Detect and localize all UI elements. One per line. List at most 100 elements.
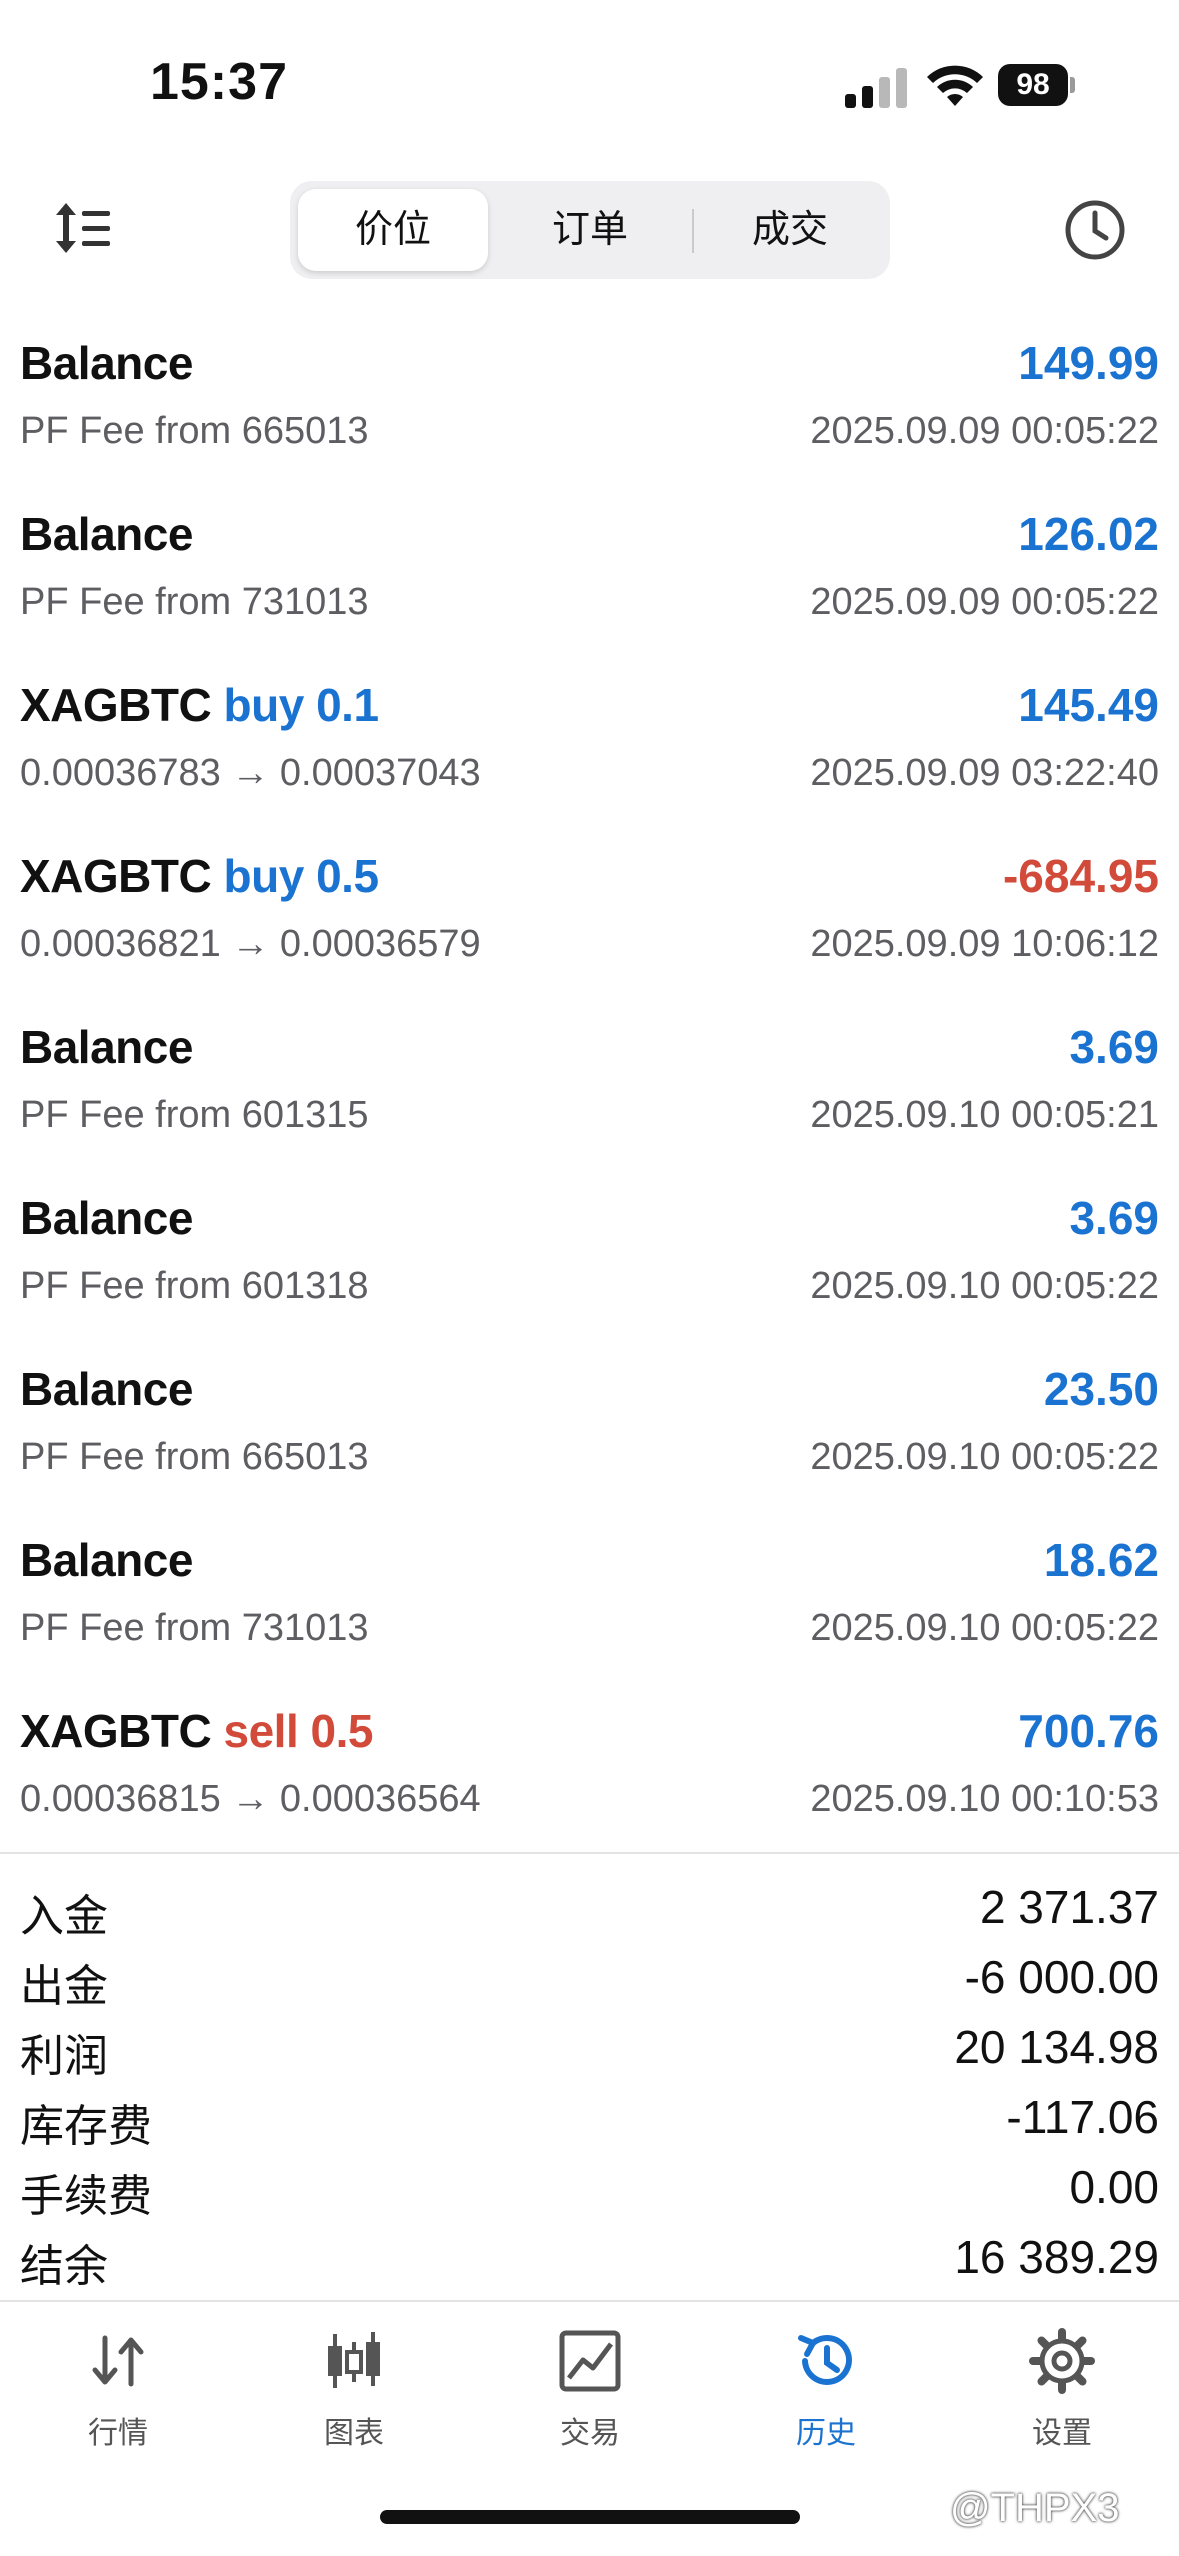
gear-icon	[1029, 2328, 1095, 2394]
tab-quotes[interactable]: 行情	[0, 2328, 236, 2478]
clock-icon[interactable]	[1062, 197, 1128, 263]
deal-row[interactable]: Balance PF Fee from 665013 149.99 2025.0…	[0, 318, 1179, 489]
sort-icon[interactable]	[52, 197, 114, 259]
deal-datetime: 2025.09.10 00:05:22	[810, 1607, 1159, 1649]
battery-icon: 98	[998, 64, 1075, 106]
deal-row[interactable]: XAGBTC buy 0.5 0.00036821 → 0.00036579 -…	[0, 831, 1179, 1002]
deal-row[interactable]: Balance PF Fee from 601315 3.69 2025.09.…	[0, 1002, 1179, 1173]
summary-label: 出金	[20, 1962, 108, 2011]
deal-amount: 23.50	[1043, 1363, 1159, 1415]
tabbar-divider	[0, 2300, 1179, 2302]
tab-history[interactable]: 历史	[708, 2328, 944, 2478]
deal-amount: 149.99	[1018, 337, 1159, 389]
deal-symbol: XAGBTC	[20, 850, 212, 902]
deal-side: buy 0.5	[223, 850, 380, 902]
deal-symbol: Balance	[20, 337, 193, 389]
deal-side: buy 0.1	[223, 679, 380, 731]
tab-trade[interactable]: 交易	[472, 2328, 708, 2478]
summary-label: 库存费	[20, 2102, 152, 2151]
deal-symbol: Balance	[20, 508, 193, 560]
tab-label: 行情	[88, 2417, 148, 2450]
summary-row-swap: 库存费 -117.06	[0, 2082, 1179, 2152]
deal-datetime: 2025.09.09 00:05:22	[810, 581, 1159, 623]
deal-datetime: 2025.09.09 03:22:40	[810, 752, 1159, 794]
cellular-signal-icon	[845, 64, 909, 108]
deal-amount: 145.49	[1018, 679, 1159, 731]
tab-orders[interactable]: 订单	[495, 189, 685, 271]
wifi-icon	[927, 65, 983, 106]
deal-datetime: 2025.09.10 00:05:21	[810, 1094, 1159, 1136]
home-indicator[interactable]	[380, 2510, 800, 2524]
summary-label: 结余	[20, 2242, 108, 2291]
tab-bar: 行情 图表 交易 历史 设置	[0, 2308, 1179, 2488]
battery-level: 98	[998, 64, 1068, 106]
candlestick-icon	[328, 2332, 380, 2388]
summary-row-withdrawal: 出金 -6 000.00	[0, 1942, 1179, 2012]
deal-detail: 0.00036783 → 0.00037043	[20, 752, 481, 794]
deal-detail: PF Fee from 601318	[20, 1265, 369, 1307]
tab-settings[interactable]: 设置	[944, 2328, 1179, 2478]
summary-value: -6 000.00	[964, 1951, 1159, 2003]
deal-datetime: 2025.09.10 00:05:22	[810, 1265, 1159, 1307]
deal-datetime: 2025.09.10 00:05:22	[810, 1436, 1159, 1478]
summary-panel: 入金 2 371.37 出金 -6 000.00 利润 20 134.98 库存…	[0, 1872, 1179, 2292]
summary-value: 0.00	[1069, 2161, 1159, 2213]
deal-datetime: 2025.09.09 10:06:12	[810, 923, 1159, 965]
toolbar: 价位 订单 成交	[0, 175, 1179, 285]
summary-row-commission: 手续费 0.00	[0, 2152, 1179, 2222]
summary-value: -117.06	[1006, 2091, 1159, 2143]
deal-detail: PF Fee from 601315	[20, 1094, 369, 1136]
deal-amount: -684.95	[1002, 850, 1159, 902]
status-bar: 15:37 98	[0, 0, 1179, 170]
summary-value: 20 134.98	[954, 2021, 1159, 2073]
deal-row[interactable]: XAGBTC sell 0.5 0.00036815 → 0.00036564 …	[0, 1686, 1179, 1857]
deal-row[interactable]: Balance PF Fee from 601318 3.69 2025.09.…	[0, 1173, 1179, 1344]
summary-label: 利润	[20, 2032, 108, 2081]
tab-deals[interactable]: 成交	[695, 189, 885, 271]
deal-detail: 0.00036815 → 0.00036564	[20, 1778, 481, 1820]
tab-price[interactable]: 价位	[298, 189, 488, 271]
deal-detail: PF Fee from 665013	[20, 410, 369, 452]
summary-row-profit: 利润 20 134.98	[0, 2012, 1179, 2082]
deal-datetime: 2025.09.10 00:10:53	[810, 1778, 1159, 1820]
deal-amount: 3.69	[1069, 1192, 1159, 1244]
trade-chart-icon	[559, 2330, 621, 2392]
deal-symbol: XAGBTC	[20, 1705, 212, 1757]
deal-side: sell 0.5	[223, 1705, 374, 1757]
deal-symbol: Balance	[20, 1363, 193, 1415]
summary-row-balance: 结余 16 389.29	[0, 2222, 1179, 2292]
summary-label: 入金	[20, 1892, 108, 1941]
deal-row[interactable]: Balance PF Fee from 731013 126.02 2025.0…	[0, 489, 1179, 660]
tab-label: 历史	[796, 2417, 856, 2450]
summary-value: 2 371.37	[979, 1881, 1159, 1933]
deal-symbol: Balance	[20, 1534, 193, 1586]
deal-row[interactable]: XAGBTC buy 0.1 0.00036783 → 0.00037043 1…	[0, 660, 1179, 831]
deal-amount: 18.62	[1043, 1534, 1159, 1586]
tab-label: 设置	[1032, 2417, 1092, 2450]
watermark: @THPX3	[950, 2486, 1120, 2530]
summary-label: 手续费	[20, 2172, 152, 2221]
deal-detail: 0.00036821 → 0.00036579	[20, 923, 481, 965]
deal-amount: 126.02	[1018, 508, 1159, 560]
summary-value: 16 389.29	[954, 2231, 1159, 2283]
deal-row[interactable]: Balance PF Fee from 665013 23.50 2025.09…	[0, 1344, 1179, 1515]
deal-amount: 700.76	[1018, 1705, 1159, 1757]
deal-symbol: XAGBTC	[20, 679, 212, 731]
history-icon	[798, 2335, 852, 2385]
tab-label: 交易	[560, 2417, 620, 2450]
deal-detail: PF Fee from 731013	[20, 581, 369, 623]
summary-row-deposit: 入金 2 371.37	[0, 1872, 1179, 1942]
deal-detail: PF Fee from 731013	[20, 1607, 369, 1649]
deal-amount: 3.69	[1069, 1021, 1159, 1073]
segmented-control: 价位 订单 成交	[290, 181, 890, 279]
deal-detail: PF Fee from 665013	[20, 1436, 369, 1478]
tab-chart[interactable]: 图表	[236, 2328, 472, 2478]
deal-list: Balance PF Fee from 665013 149.99 2025.0…	[0, 318, 1179, 1857]
deal-row[interactable]: Balance PF Fee from 731013 18.62 2025.09…	[0, 1515, 1179, 1686]
deal-datetime: 2025.09.09 00:05:22	[810, 410, 1159, 452]
deal-symbol: Balance	[20, 1021, 193, 1073]
summary-divider	[0, 1852, 1179, 1854]
tab-label: 图表	[324, 2417, 384, 2450]
deal-symbol: Balance	[20, 1192, 193, 1244]
arrows-icon	[92, 2335, 144, 2387]
